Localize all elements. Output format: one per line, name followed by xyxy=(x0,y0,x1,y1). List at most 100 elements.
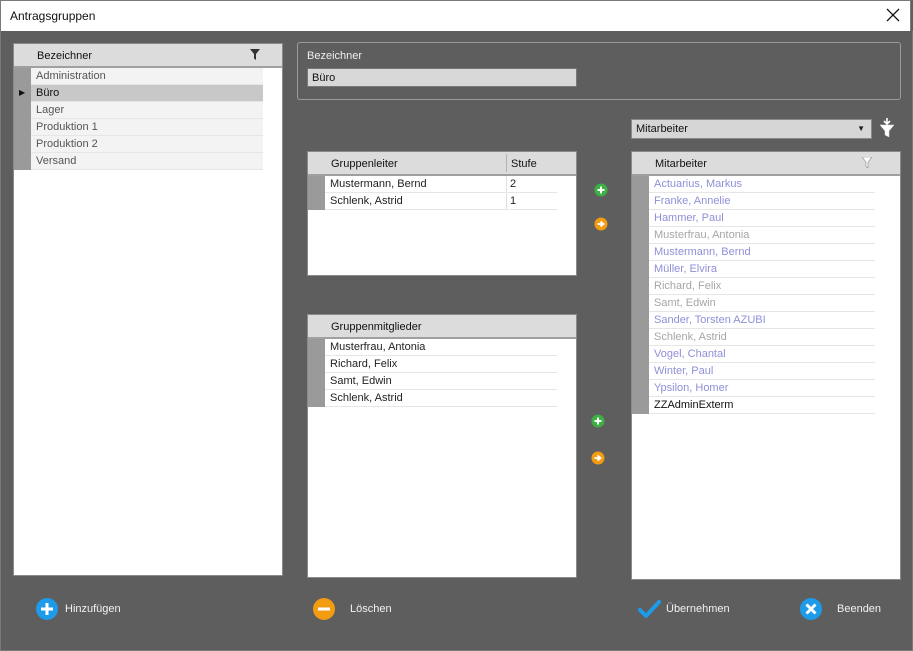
table-row[interactable]: Lager xyxy=(31,102,263,119)
close-circle-icon xyxy=(800,598,822,620)
table-row[interactable]: Schlenk, Astrid xyxy=(325,390,557,407)
column-header-bezeichner[interactable]: Bezeichner xyxy=(37,44,92,66)
employee-name: Schlenk, Astrid xyxy=(654,331,727,343)
plus-circle-icon xyxy=(591,414,605,428)
column-header-gruppenmitglieder[interactable]: Gruppenmitglieder xyxy=(331,315,422,337)
table-row[interactable]: Administration xyxy=(31,68,263,85)
table-row[interactable]: Ypsilon, Homer xyxy=(649,380,875,397)
leader-level: 2 xyxy=(510,178,517,190)
checkmark-icon xyxy=(638,600,661,618)
group-name: Versand xyxy=(36,155,77,167)
employee-name: Franke, Annelie xyxy=(654,195,731,207)
table-row[interactable]: Samt, Edwin xyxy=(325,373,557,390)
group-name: Lager xyxy=(36,104,65,116)
leaders-grid: Gruppenleiter Stufe Mustermann, Bernd 2 Sc… xyxy=(307,151,577,276)
add-to-members-button[interactable] xyxy=(591,414,605,428)
apply-button[interactable]: Übernehmen xyxy=(637,597,737,621)
add-button[interactable]: Hinzufügen xyxy=(35,597,135,621)
employee-filter-select[interactable]: Mitarbeiter ▼ xyxy=(631,119,872,139)
filter-icon[interactable] xyxy=(250,49,260,60)
window-title: Antragsgruppen xyxy=(10,9,96,23)
chevron-down-icon: ▼ xyxy=(857,124,865,133)
group-name: Produktion 2 xyxy=(36,138,98,150)
column-separator xyxy=(506,154,507,172)
minus-circle-icon xyxy=(313,598,335,620)
members-grid-header: Gruppenmitglieder xyxy=(308,315,576,339)
remove-from-members-button[interactable] xyxy=(591,451,605,465)
table-row[interactable]: Produktion 1 xyxy=(31,119,263,136)
table-row[interactable]: Musterfrau, Antonia xyxy=(325,339,557,356)
employee-name: Hammer, Paul xyxy=(654,212,724,224)
group-name: Büro xyxy=(36,87,60,99)
row-selector-arrow: ▶ xyxy=(19,88,26,97)
funnel-icon[interactable] xyxy=(878,117,896,139)
employee-name: Vogel, Chantal xyxy=(654,348,726,360)
member-name: Samt, Edwin xyxy=(330,375,392,387)
filter-icon[interactable] xyxy=(862,157,872,168)
close-button[interactable]: Beenden xyxy=(799,597,889,621)
employee-name: Sander, Torsten AZUBI xyxy=(654,314,766,326)
table-row[interactable]: Musterfrau, Antonia xyxy=(649,227,875,244)
employee-name: Müller, Elvira xyxy=(654,263,717,275)
table-row[interactable]: ZZAdminExterm xyxy=(649,397,875,414)
employees-grid: Mitarbeiter Actuarius, Markus Franke, Ann… xyxy=(631,151,901,580)
cell-separator xyxy=(506,193,507,209)
table-row[interactable]: Samt, Edwin xyxy=(649,295,875,312)
leader-level: 1 xyxy=(510,195,517,207)
row-indicator-column xyxy=(308,339,325,407)
table-row[interactable]: Schlenk, Astrid 1 xyxy=(325,193,557,210)
member-name: Schlenk, Astrid xyxy=(330,392,403,404)
plus-circle-icon xyxy=(36,598,58,620)
column-header-gruppenleiter[interactable]: Gruppenleiter xyxy=(331,152,398,174)
leaders-grid-header: Gruppenleiter Stufe xyxy=(308,152,576,176)
add-to-leaders-button[interactable] xyxy=(594,183,608,197)
add-button-label: Hinzufügen xyxy=(65,603,121,615)
employee-name: Ypsilon, Homer xyxy=(654,382,729,394)
leader-name: Mustermann, Bernd xyxy=(330,178,427,190)
table-row[interactable]: Actuarius, Markus xyxy=(649,176,875,193)
delete-button[interactable]: Löschen xyxy=(312,597,402,621)
employees-grid-header: Mitarbeiter xyxy=(632,152,900,176)
arrow-right-circle-icon xyxy=(594,217,608,231)
row-indicator-column xyxy=(632,176,649,414)
remove-from-leaders-button[interactable] xyxy=(594,217,608,231)
table-row[interactable]: Sander, Torsten AZUBI xyxy=(649,312,875,329)
cell-separator xyxy=(506,176,507,192)
table-row[interactable]: Winter, Paul xyxy=(649,363,875,380)
employee-name: Winter, Paul xyxy=(654,365,714,377)
group-name: Produktion 1 xyxy=(36,121,98,133)
employee-name: Samt, Edwin xyxy=(654,297,716,309)
delete-button-label: Löschen xyxy=(350,603,392,615)
bezeichner-input[interactable] xyxy=(307,68,577,87)
detail-panel: Bezeichner xyxy=(297,42,901,100)
column-header-stufe[interactable]: Stufe xyxy=(511,152,537,174)
table-row[interactable]: Mustermann, Bernd xyxy=(649,244,875,261)
table-row[interactable]: Produktion 2 xyxy=(31,136,263,153)
apply-button-label: Übernehmen xyxy=(666,603,730,615)
member-name: Richard, Felix xyxy=(330,358,398,370)
table-row[interactable]: Franke, Annelie xyxy=(649,193,875,210)
close-icon[interactable] xyxy=(884,6,902,24)
table-row[interactable]: Richard, Felix xyxy=(649,278,875,295)
group-name: Administration xyxy=(36,70,106,82)
plus-circle-icon xyxy=(594,183,608,197)
table-row[interactable]: Müller, Elvira xyxy=(649,261,875,278)
table-row[interactable]: Mustermann, Bernd 2 xyxy=(325,176,557,193)
members-grid: Gruppenmitglieder Musterfrau, Antonia Ric… xyxy=(307,314,577,578)
table-row[interactable]: Versand xyxy=(31,153,263,170)
table-row[interactable]: Büro xyxy=(31,85,263,102)
employee-name: Richard, Felix xyxy=(654,280,722,292)
table-row[interactable]: Hammer, Paul xyxy=(649,210,875,227)
arrow-right-circle-icon xyxy=(591,451,605,465)
column-header-mitarbeiter[interactable]: Mitarbeiter xyxy=(655,152,707,174)
employee-name: Musterfrau, Antonia xyxy=(654,229,750,241)
table-row[interactable]: Richard, Felix xyxy=(325,356,557,373)
title-bar: Antragsgruppen xyxy=(0,0,911,31)
detail-label: Bezeichner xyxy=(307,50,363,62)
table-row[interactable]: Schlenk, Astrid xyxy=(649,329,875,346)
row-indicator-column xyxy=(308,176,325,210)
employee-filter-value: Mitarbeiter xyxy=(636,123,688,135)
table-row[interactable]: Vogel, Chantal xyxy=(649,346,875,363)
close-button-label: Beenden xyxy=(837,603,882,615)
member-name: Musterfrau, Antonia xyxy=(330,341,426,353)
